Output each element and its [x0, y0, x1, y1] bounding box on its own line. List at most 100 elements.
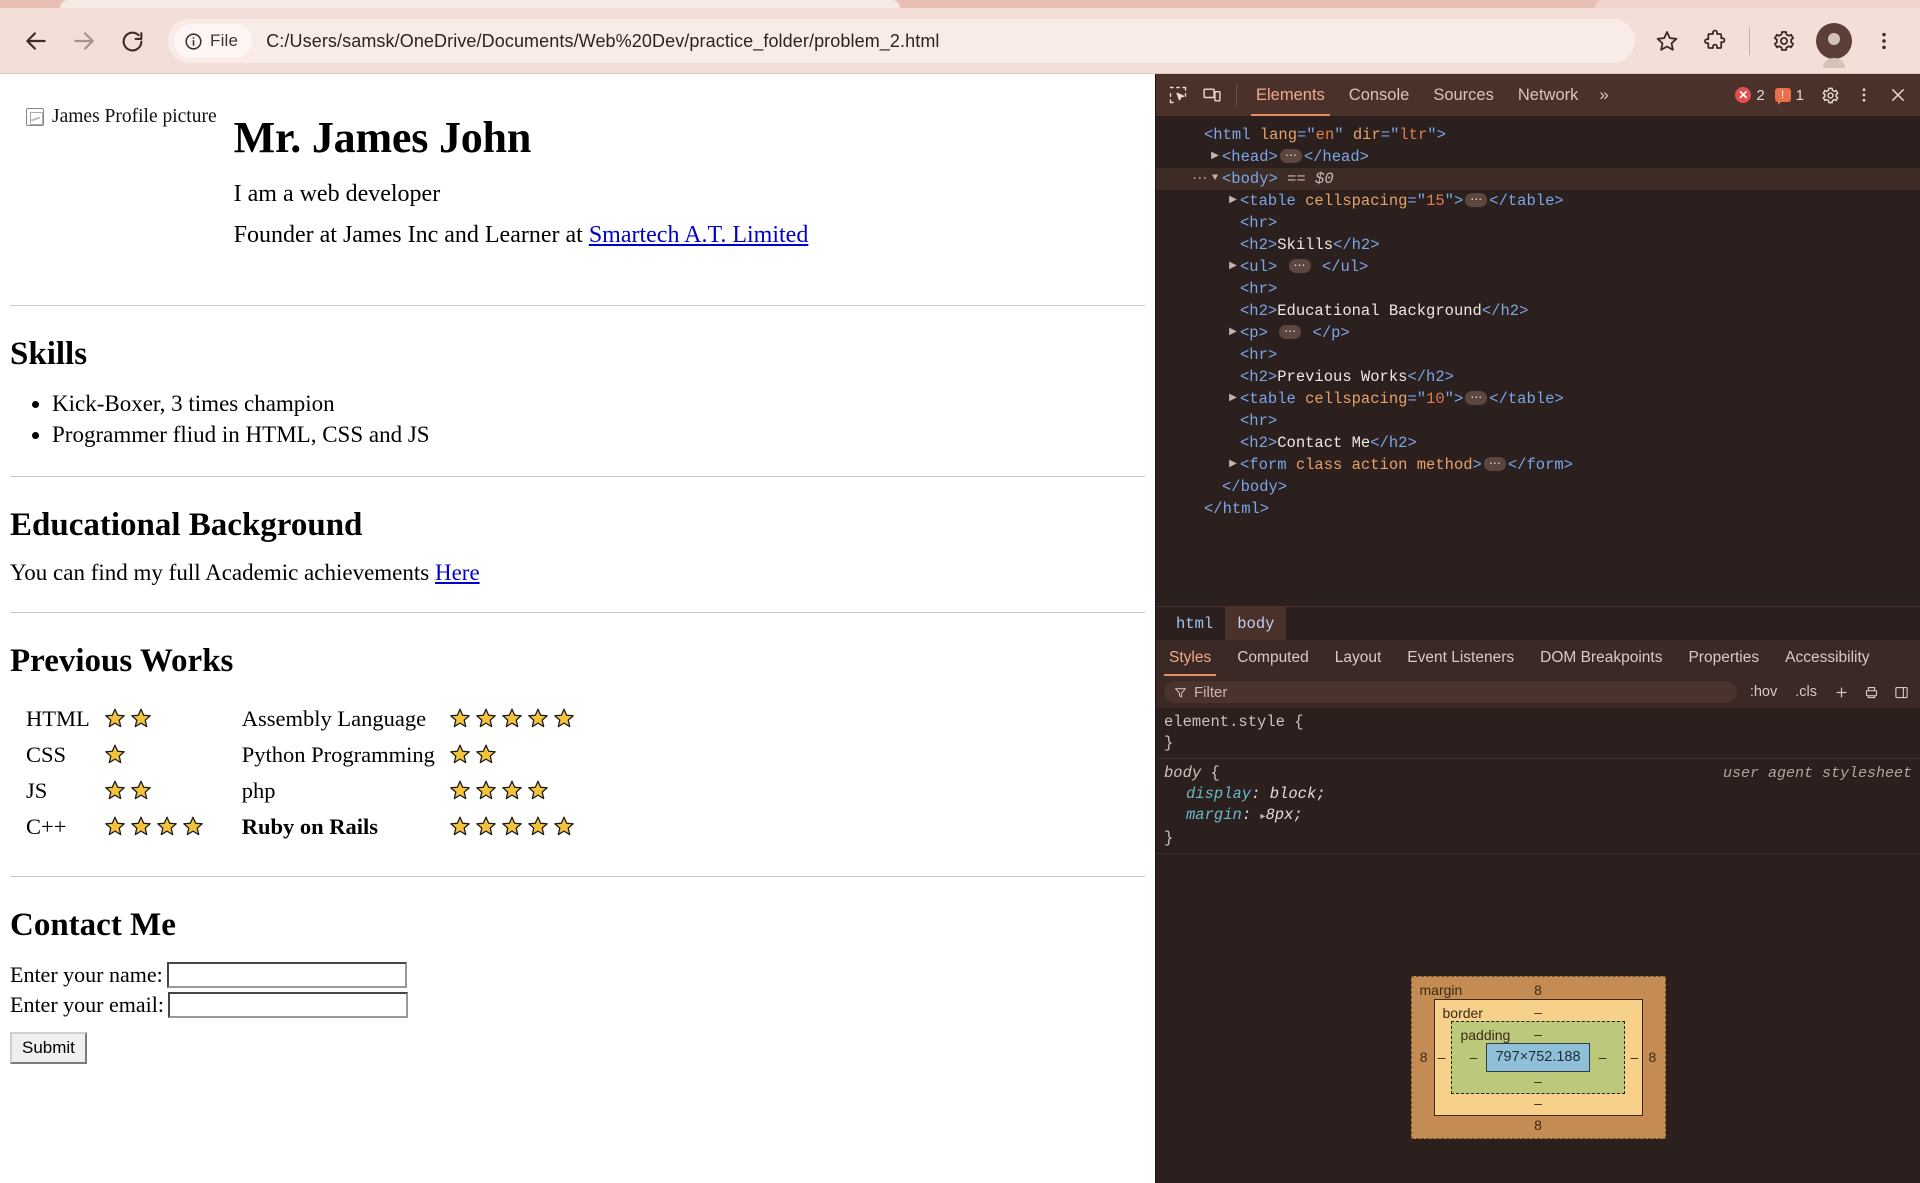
dom-node[interactable]: <h2>Contact Me</h2>: [1156, 432, 1920, 454]
padding-right-value[interactable]: –: [1596, 1047, 1610, 1068]
close-icon[interactable]: [1882, 79, 1914, 111]
dom-node[interactable]: ▶ <head> ⋯ </head>: [1156, 146, 1920, 168]
email-field[interactable]: [167, 992, 408, 1019]
dom-node[interactable]: <h2>Skills</h2>: [1156, 234, 1920, 256]
back-arrow-icon[interactable]: [14, 19, 58, 63]
margin-right-value[interactable]: 8: [1649, 1047, 1657, 1068]
forward-arrow-icon[interactable]: [62, 19, 106, 63]
tab-sources[interactable]: Sources: [1422, 74, 1505, 116]
tab-accessibility[interactable]: Accessibility: [1772, 640, 1882, 676]
margin-left-value[interactable]: 8: [1420, 1047, 1428, 1068]
reload-icon[interactable]: [110, 19, 154, 63]
warning-badge[interactable]: ! 1: [1774, 86, 1804, 105]
collapse-arrow-icon[interactable]: ▼: [1208, 169, 1222, 189]
tab-layout[interactable]: Layout: [1322, 640, 1395, 676]
dom-node[interactable]: <html lang="en" dir="ltr">: [1156, 124, 1920, 146]
expand-ellipsis-icon[interactable]: ⋯: [1483, 457, 1506, 471]
dom-node[interactable]: <hr>: [1156, 278, 1920, 300]
chevron-right-double-icon[interactable]: »: [1591, 85, 1616, 105]
star-icon: [502, 708, 522, 728]
border-right-value[interactable]: –: [1631, 1047, 1639, 1068]
error-badge[interactable]: ✕ 2: [1735, 87, 1765, 104]
three-dot-menu-icon[interactable]: [1862, 19, 1906, 63]
breadcrumb-html[interactable]: html: [1164, 607, 1225, 640]
styles-rules-pane[interactable]: element.style { } user agent stylesheet …: [1156, 708, 1920, 1183]
star-icon[interactable]: [1645, 19, 1689, 63]
dom-tree[interactable]: <html lang="en" dir="ltr"> ▶ <head> ⋯ </head…: [1156, 116, 1920, 606]
tab-dom-breakpoints[interactable]: DOM Breakpoints: [1527, 640, 1675, 676]
cls-toggle[interactable]: .cls: [1790, 684, 1822, 700]
device-toolbar-icon[interactable]: [1196, 79, 1228, 111]
border-left-value[interactable]: –: [1438, 1047, 1446, 1068]
dom-node[interactable]: ⋯ ▼ <body> == $0: [1156, 168, 1920, 190]
declaration[interactable]: margin: ▸8px;: [1164, 805, 1920, 828]
hov-toggle[interactable]: :hov: [1745, 684, 1782, 700]
dom-node[interactable]: <h2>Educational Background</h2>: [1156, 300, 1920, 322]
divider: [10, 876, 1145, 885]
inspect-element-icon[interactable]: [1162, 79, 1194, 111]
dom-node[interactable]: ▶ <form class action method> ⋯ </form>: [1156, 454, 1920, 476]
declaration-value[interactable]: 8px: [1265, 806, 1293, 824]
expand-arrow-icon[interactable]: ▶: [1226, 389, 1240, 409]
rule-open-brace: {: [1284, 713, 1304, 731]
node-menu-icon[interactable]: ⋯: [1192, 169, 1208, 189]
dom-node[interactable]: <hr>: [1156, 212, 1920, 234]
dom-node[interactable]: <h2>Previous Works</h2>: [1156, 366, 1920, 388]
dom-node[interactable]: </html>: [1156, 498, 1920, 520]
expand-ellipsis-icon[interactable]: ⋯: [1279, 325, 1302, 339]
gear-icon[interactable]: [1762, 19, 1806, 63]
panel-toggle-icon[interactable]: [1890, 681, 1912, 703]
dom-node[interactable]: </body>: [1156, 476, 1920, 498]
declaration-value[interactable]: block: [1270, 785, 1317, 803]
padding-left-value[interactable]: –: [1466, 1047, 1480, 1068]
border-bottom-value[interactable]: –: [1451, 1094, 1626, 1112]
box-model-margin[interactable]: margin 8 8 border – – padding – – 797×75…: [1410, 976, 1666, 1139]
dom-node[interactable]: <hr>: [1156, 410, 1920, 432]
here-link[interactable]: Here: [435, 560, 480, 585]
puzzle-icon[interactable]: [1693, 19, 1737, 63]
plus-icon[interactable]: [1830, 681, 1852, 703]
print-style-icon[interactable]: [1860, 681, 1882, 703]
address-bar[interactable]: File C:/Users/samsk/OneDrive/Documents/W…: [168, 19, 1635, 63]
expand-arrow-icon[interactable]: ▶: [1226, 191, 1240, 211]
avatar[interactable]: [1816, 23, 1852, 68]
gear-icon[interactable]: [1814, 79, 1846, 111]
warning-count: 1: [1795, 86, 1804, 104]
tab-elements[interactable]: Elements: [1245, 74, 1336, 116]
tab-console[interactable]: Console: [1338, 74, 1421, 116]
box-model-content-size[interactable]: 797×752.188: [1486, 1043, 1590, 1072]
tab-computed[interactable]: Computed: [1224, 640, 1322, 676]
dom-node[interactable]: ▶ <table cellspacing="10"> ⋯ </table>: [1156, 388, 1920, 410]
expand-arrow-icon[interactable]: ▶: [1226, 455, 1240, 475]
expand-ellipsis-icon[interactable]: ⋯: [1279, 149, 1302, 163]
dom-node[interactable]: ▶ <table cellspacing="15"> ⋯ </table>: [1156, 190, 1920, 212]
declaration[interactable]: display: block;: [1164, 784, 1920, 805]
expand-arrow-icon[interactable]: ▶: [1226, 257, 1240, 277]
expand-ellipsis-icon[interactable]: ⋯: [1288, 259, 1311, 273]
name-field[interactable]: [166, 962, 407, 989]
expand-ellipsis-icon[interactable]: ⋯: [1465, 391, 1488, 405]
box-model-padding[interactable]: padding – – 797×752.188 – –: [1451, 1021, 1625, 1094]
tab-strip-right-area[interactable]: [1595, 0, 1920, 8]
expand-arrow-icon[interactable]: ▶: [1226, 323, 1240, 343]
active-tab[interactable]: [60, 0, 900, 8]
margin-bottom-value[interactable]: 8: [1434, 1116, 1643, 1134]
padding-bottom-value[interactable]: –: [1466, 1072, 1609, 1090]
tab-styles[interactable]: Styles: [1156, 640, 1224, 676]
tab-network[interactable]: Network: [1507, 74, 1590, 116]
breadcrumb-body[interactable]: body: [1225, 607, 1287, 640]
expand-ellipsis-icon[interactable]: ⋯: [1465, 193, 1488, 207]
filter-input[interactable]: Filter: [1164, 681, 1737, 703]
three-dot-menu-icon[interactable]: [1848, 79, 1880, 111]
dom-node[interactable]: ▶ <ul> ⋯ </ul>: [1156, 256, 1920, 278]
tab-event-listeners[interactable]: Event Listeners: [1394, 640, 1527, 676]
box-model-border[interactable]: border – – padding – – 797×752.188 – – –…: [1433, 999, 1643, 1116]
margin-top-value[interactable]: 8: [1434, 981, 1643, 999]
dom-node-text: <hr>: [1240, 346, 1278, 364]
submit-button[interactable]: Submit: [10, 1032, 87, 1065]
dom-node[interactable]: <hr>: [1156, 344, 1920, 366]
smartech-link[interactable]: Smartech A.T. Limited: [589, 222, 809, 248]
dom-node[interactable]: ▶ <p> ⋯ </p>: [1156, 322, 1920, 344]
expand-arrow-icon[interactable]: ▶: [1208, 147, 1222, 167]
tab-properties[interactable]: Properties: [1675, 640, 1772, 676]
